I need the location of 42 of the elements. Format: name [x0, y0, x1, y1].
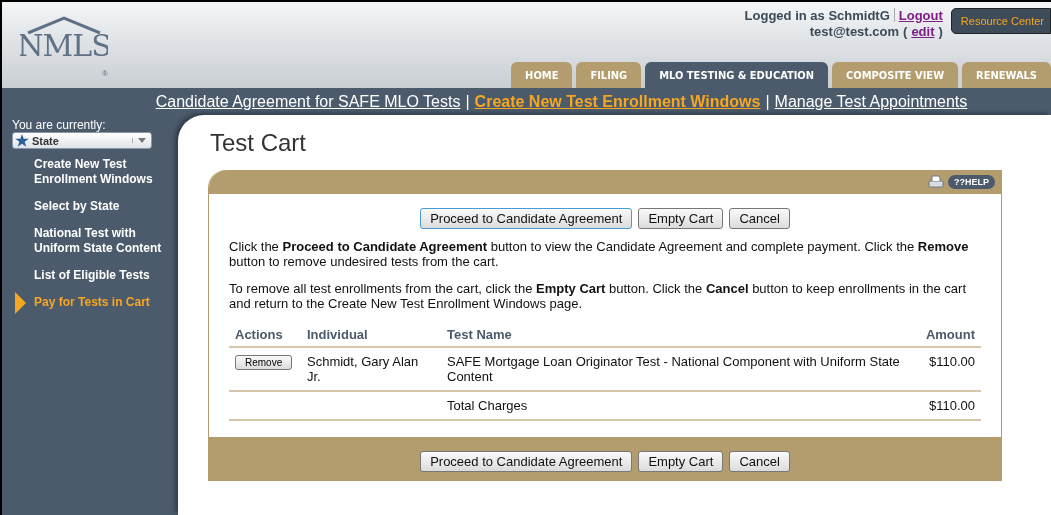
- separator: |: [465, 92, 470, 111]
- star-icon: [15, 134, 29, 147]
- pointer-icon: [15, 291, 26, 314]
- sidebar-link[interactable]: National Test with Uniform State Content: [12, 226, 178, 256]
- subnav-link[interactable]: Manage Test Appointments: [774, 92, 968, 111]
- empty-cart-button[interactable]: Empty Cart: [638, 208, 724, 229]
- paren-text: ): [938, 24, 943, 40]
- paren-text: (: [903, 24, 908, 40]
- page-title: Test Cart: [210, 129, 308, 157]
- separator: |: [765, 92, 770, 111]
- logged-in-label: Logged in as SchmidtG: [744, 8, 890, 24]
- column-header: Actions: [229, 323, 301, 347]
- instruction-text: To remove all test enrollments from the cart, click the Empty Cart button. Click the Cancel button to keep enrollments in the cart and return to the Create New Test Enrollment Windows page.: [229, 281, 968, 311]
- column-header: Amount: [919, 323, 981, 347]
- table-cell: $110.00: [919, 391, 981, 420]
- proceed-button[interactable]: Proceed to Candidate Agreement: [420, 208, 633, 229]
- sidebar-link[interactable]: Create New Test Enrollment Windows: [12, 157, 178, 187]
- sidebar-link[interactable]: Select by State: [12, 199, 178, 214]
- cancel-button[interactable]: Cancel: [729, 451, 790, 472]
- cancel-button[interactable]: Cancel: [729, 208, 790, 229]
- remove-button[interactable]: Remove: [235, 355, 293, 370]
- role-select[interactable]: State: [12, 132, 152, 149]
- column-header: Test Name: [441, 323, 920, 347]
- table-cell: SAFE Mortgage Loan Originator Test - National Component with Uniform State Content: [441, 347, 920, 391]
- help-button[interactable]: ??HELP: [948, 175, 995, 189]
- edit-link[interactable]: edit: [911, 24, 935, 40]
- printer-icon[interactable]: [928, 175, 944, 189]
- table-cell: Schmidt, Gary Alan Jr.: [301, 347, 441, 391]
- sidebar-caption: You are currently:: [12, 118, 107, 132]
- instruction-text: Click the Proceed to Candidate Agreement button to view the Candidate Agreement and complete payment. Click the Remove button to remove undesired tests from the cart.: [229, 239, 970, 269]
- email-label: test@test.com: [809, 24, 900, 40]
- proceed-button[interactable]: Proceed to Candidate Agreement: [420, 451, 633, 472]
- table-cell: $110.00: [919, 347, 981, 391]
- empty-cart-button[interactable]: Empty Cart: [638, 451, 724, 472]
- sidebar-link[interactable]: List of Eligible Tests: [12, 268, 178, 283]
- resource-center-button[interactable]: Resource Center: [950, 8, 1051, 34]
- caret-icon: [138, 138, 146, 143]
- nav-tab[interactable]: MLO TESTING & EDUCATION: [645, 62, 829, 88]
- column-header: Individual: [301, 323, 441, 347]
- table-cell: Total Charges: [441, 391, 920, 420]
- subnav-link[interactable]: Candidate Agreement for SAFE MLO Tests: [155, 92, 461, 111]
- logout-link[interactable]: Logout: [898, 8, 943, 24]
